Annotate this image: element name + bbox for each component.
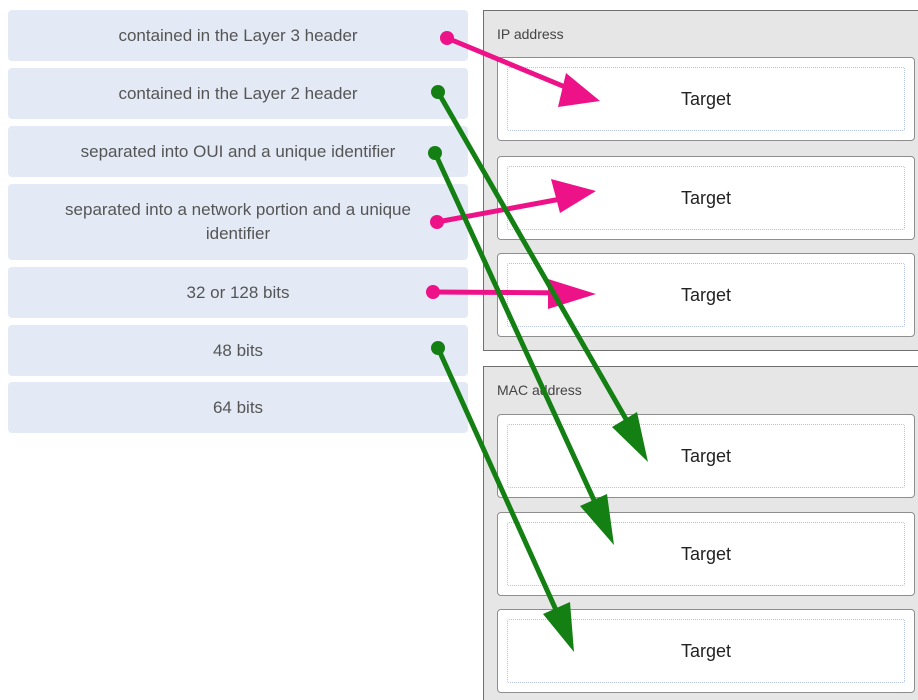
drop-target[interactable]: Target <box>497 609 915 693</box>
drop-target[interactable]: Target <box>497 414 915 498</box>
ip-address-panel: IP address Target Target Target <box>483 10 918 351</box>
drop-target-label: Target <box>507 263 905 327</box>
drag-item-label: 32 or 128 bits <box>186 282 290 302</box>
drop-target[interactable]: Target <box>497 253 915 337</box>
drop-target[interactable]: Target <box>497 156 915 240</box>
drop-target-label: Target <box>507 67 905 131</box>
drag-item-48-bits[interactable]: 48 bits <box>8 325 468 376</box>
panel-title: MAC address <box>497 382 582 398</box>
panel-title: IP address <box>497 26 564 42</box>
mac-address-panel: MAC address Target Target Target <box>483 366 918 700</box>
drop-target[interactable]: Target <box>497 512 915 596</box>
drag-item-label: 48 bits <box>212 340 264 360</box>
drag-item-64-bits[interactable]: 64 bits <box>8 382 468 433</box>
drag-item-label: separated into a network portion and a u… <box>65 200 411 243</box>
drag-item-label: separated into OUI and a unique identifi… <box>80 141 396 161</box>
drop-target-label: Target <box>507 619 905 683</box>
drag-item-label: 64 bits <box>212 397 264 417</box>
drag-drop-exercise: contained in the Layer 3 header containe… <box>0 0 918 700</box>
drag-item-layer3-header[interactable]: contained in the Layer 3 header <box>8 10 468 61</box>
drag-item-32-128-bits[interactable]: 32 or 128 bits <box>8 267 468 318</box>
drop-target[interactable]: Target <box>497 57 915 141</box>
drop-target-label: Target <box>507 424 905 488</box>
drag-item-oui[interactable]: separated into OUI and a unique identifi… <box>8 126 468 177</box>
drag-item-label: contained in the Layer 3 header <box>118 25 358 45</box>
drag-item-network-portion[interactable]: separated into a network portion and a u… <box>8 184 468 260</box>
drop-target-label: Target <box>507 166 905 230</box>
drop-target-label: Target <box>507 522 905 586</box>
drag-item-layer2-header[interactable]: contained in the Layer 2 header <box>8 68 468 119</box>
drag-item-label: contained in the Layer 2 header <box>118 83 358 103</box>
